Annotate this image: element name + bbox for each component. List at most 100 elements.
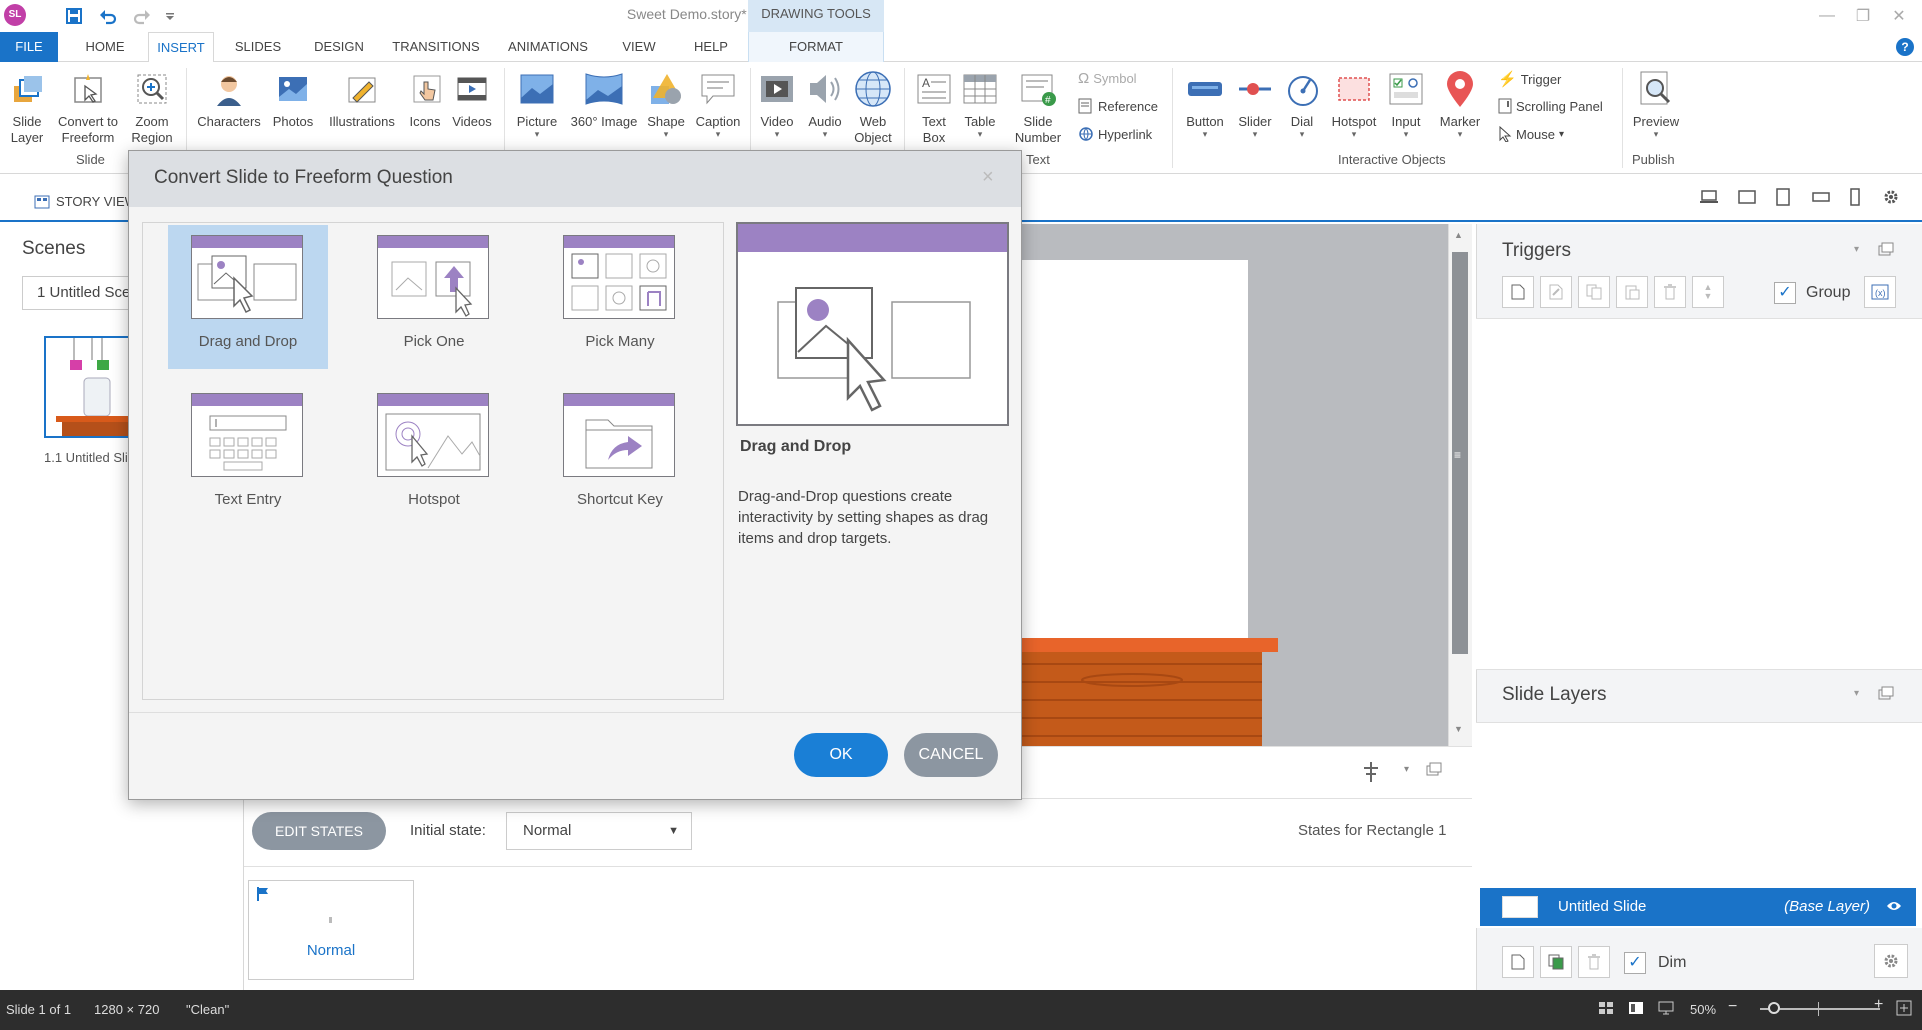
- dim-checkbox[interactable]: ✓: [1624, 952, 1646, 974]
- zoom-region-button[interactable]: Zoom Region: [126, 68, 178, 146]
- text-box-button[interactable]: A Text Box: [910, 68, 958, 146]
- option-text-entry[interactable]: Text Entry: [168, 383, 328, 527]
- chevron-down-icon[interactable]: ▾: [1404, 764, 1409, 775]
- tablet-landscape-icon[interactable]: [1738, 190, 1756, 204]
- tab-home[interactable]: HOME: [74, 32, 136, 62]
- preview-button[interactable]: Preview ▾: [1630, 68, 1682, 139]
- table-top-shape[interactable]: [1022, 638, 1278, 652]
- scroll-down-icon[interactable]: ▼: [1454, 724, 1463, 734]
- copy-trigger-button[interactable]: [1578, 276, 1610, 308]
- hyperlink-button[interactable]: Hyperlink: [1078, 126, 1152, 142]
- characters-button[interactable]: Characters: [194, 68, 264, 130]
- slider-button[interactable]: Slider ▾: [1232, 68, 1278, 139]
- zoom-slider-handle[interactable]: [1768, 1002, 1780, 1014]
- new-layer-button[interactable]: [1502, 946, 1534, 978]
- reference-button[interactable]: Reference: [1078, 98, 1158, 114]
- option-pick-many[interactable]: Pick Many: [540, 225, 700, 369]
- edit-states-button[interactable]: EDIT STATES: [252, 812, 386, 850]
- chevron-down-icon[interactable]: ▾: [1854, 688, 1859, 699]
- tab-slides[interactable]: SLIDES: [228, 32, 288, 62]
- eye-icon[interactable]: [1886, 900, 1902, 912]
- hotspot-button[interactable]: Hotspot ▾: [1326, 68, 1382, 139]
- base-layer-tag: (Base Layer): [1784, 898, 1870, 915]
- tab-transitions[interactable]: TRANSITIONS: [386, 32, 486, 62]
- video-button[interactable]: Video ▾: [754, 68, 800, 139]
- tab-insert[interactable]: INSERT: [148, 32, 214, 63]
- slide-sorter-icon[interactable]: [1598, 1000, 1614, 1016]
- caption-button[interactable]: Caption ▾: [690, 68, 746, 139]
- scroll-up-icon[interactable]: ▲: [1454, 230, 1463, 240]
- illustrations-button[interactable]: Illustrations: [322, 68, 402, 130]
- new-trigger-button[interactable]: [1502, 276, 1534, 308]
- restore-icon[interactable]: ❐: [1846, 4, 1880, 28]
- button-button[interactable]: Button ▾: [1180, 68, 1230, 139]
- trigger-button[interactable]: ⚡ Trigger: [1498, 70, 1561, 88]
- table-label: Table: [964, 114, 996, 129]
- option-pick-one[interactable]: Pick One: [354, 225, 514, 369]
- 360-image-button[interactable]: 360° Image: [566, 68, 642, 130]
- icons-button[interactable]: Icons: [406, 68, 444, 130]
- picture-button[interactable]: Picture ▾: [512, 68, 562, 139]
- duplicate-layer-button[interactable]: [1540, 946, 1572, 978]
- preview-view-icon[interactable]: [1658, 1000, 1674, 1016]
- ok-button[interactable]: OK: [794, 733, 888, 777]
- mouse-button[interactable]: Mouse ▾: [1498, 126, 1564, 142]
- initial-state-select[interactable]: Normal ▼: [506, 812, 692, 850]
- desktop-icon[interactable]: [1700, 190, 1718, 204]
- delete-layer-button[interactable]: [1578, 946, 1610, 978]
- float-panel-icon[interactable]: [1426, 762, 1442, 776]
- scrolling-panel-button[interactable]: Scrolling Panel: [1498, 98, 1603, 114]
- variables-button[interactable]: (x): [1864, 276, 1896, 308]
- videos-button[interactable]: Videos: [448, 68, 496, 130]
- dial-button[interactable]: Dial ▾: [1282, 68, 1322, 139]
- audio-button[interactable]: Audio ▾: [802, 68, 848, 139]
- base-layer-row[interactable]: Untitled Slide (Base Layer): [1480, 888, 1916, 926]
- chevron-down-icon[interactable]: ▾: [1854, 244, 1859, 255]
- paste-trigger-button[interactable]: [1616, 276, 1648, 308]
- table-button[interactable]: Table ▾: [958, 68, 1002, 139]
- minimize-icon[interactable]: —: [1810, 4, 1844, 28]
- tab-design[interactable]: DESIGN: [306, 32, 372, 62]
- shape-button[interactable]: Shape ▾: [644, 68, 688, 139]
- float-panel-icon[interactable]: [1878, 686, 1894, 700]
- story-view-button[interactable]: STORY VIEW: [34, 194, 137, 209]
- table-body-shape[interactable]: [1022, 652, 1262, 746]
- web-object-button[interactable]: Web Object: [850, 68, 896, 146]
- zoom-in-icon[interactable]: +: [1874, 996, 1883, 1014]
- slide-stage[interactable]: [1022, 260, 1248, 640]
- tab-format[interactable]: FORMAT: [748, 32, 884, 62]
- help-icon[interactable]: ?: [1896, 38, 1914, 56]
- normal-view-icon[interactable]: [1628, 1000, 1644, 1016]
- tab-file[interactable]: FILE: [0, 32, 58, 62]
- group-checkbox[interactable]: ✓: [1774, 282, 1796, 304]
- tab-view[interactable]: VIEW: [614, 32, 664, 62]
- close-icon[interactable]: ✕: [1882, 4, 1916, 28]
- option-hotspot[interactable]: Hotspot: [354, 383, 514, 527]
- tablet-portrait-icon[interactable]: [1776, 188, 1790, 206]
- gear-icon[interactable]: [1882, 188, 1900, 206]
- timeline-icon[interactable]: [1362, 762, 1380, 782]
- option-shortcut-key[interactable]: Shortcut Key: [540, 383, 700, 527]
- option-drag-and-drop[interactable]: Drag and Drop: [168, 225, 328, 369]
- convert-to-freeform-button[interactable]: Convert to Freeform: [54, 68, 122, 146]
- layer-settings-button[interactable]: [1874, 944, 1908, 978]
- photos-button[interactable]: Photos: [268, 68, 318, 130]
- symbol-button[interactable]: Ω Symbol: [1078, 70, 1137, 87]
- phone-landscape-icon[interactable]: [1812, 192, 1830, 202]
- close-icon[interactable]: ×: [982, 166, 994, 189]
- edit-trigger-button[interactable]: [1540, 276, 1572, 308]
- move-trigger-button[interactable]: ▲ ▼: [1692, 276, 1724, 308]
- zoom-out-icon[interactable]: −: [1728, 998, 1737, 1016]
- tab-help[interactable]: HELP: [684, 32, 738, 62]
- float-panel-icon[interactable]: [1878, 242, 1894, 256]
- input-button[interactable]: Input ▾: [1384, 68, 1428, 139]
- marker-button[interactable]: Marker ▾: [1434, 68, 1486, 139]
- slide-number-button[interactable]: # Slide Number: [1010, 68, 1066, 146]
- phone-portrait-icon[interactable]: [1850, 188, 1860, 206]
- tab-animations[interactable]: ANIMATIONS: [500, 32, 596, 62]
- cancel-button[interactable]: CANCEL: [904, 733, 998, 777]
- state-card-normal[interactable]: [248, 880, 414, 980]
- slide-layer-button[interactable]: Slide Layer: [4, 68, 50, 146]
- fit-to-window-icon[interactable]: [1896, 1000, 1912, 1016]
- delete-trigger-button[interactable]: [1654, 276, 1686, 308]
